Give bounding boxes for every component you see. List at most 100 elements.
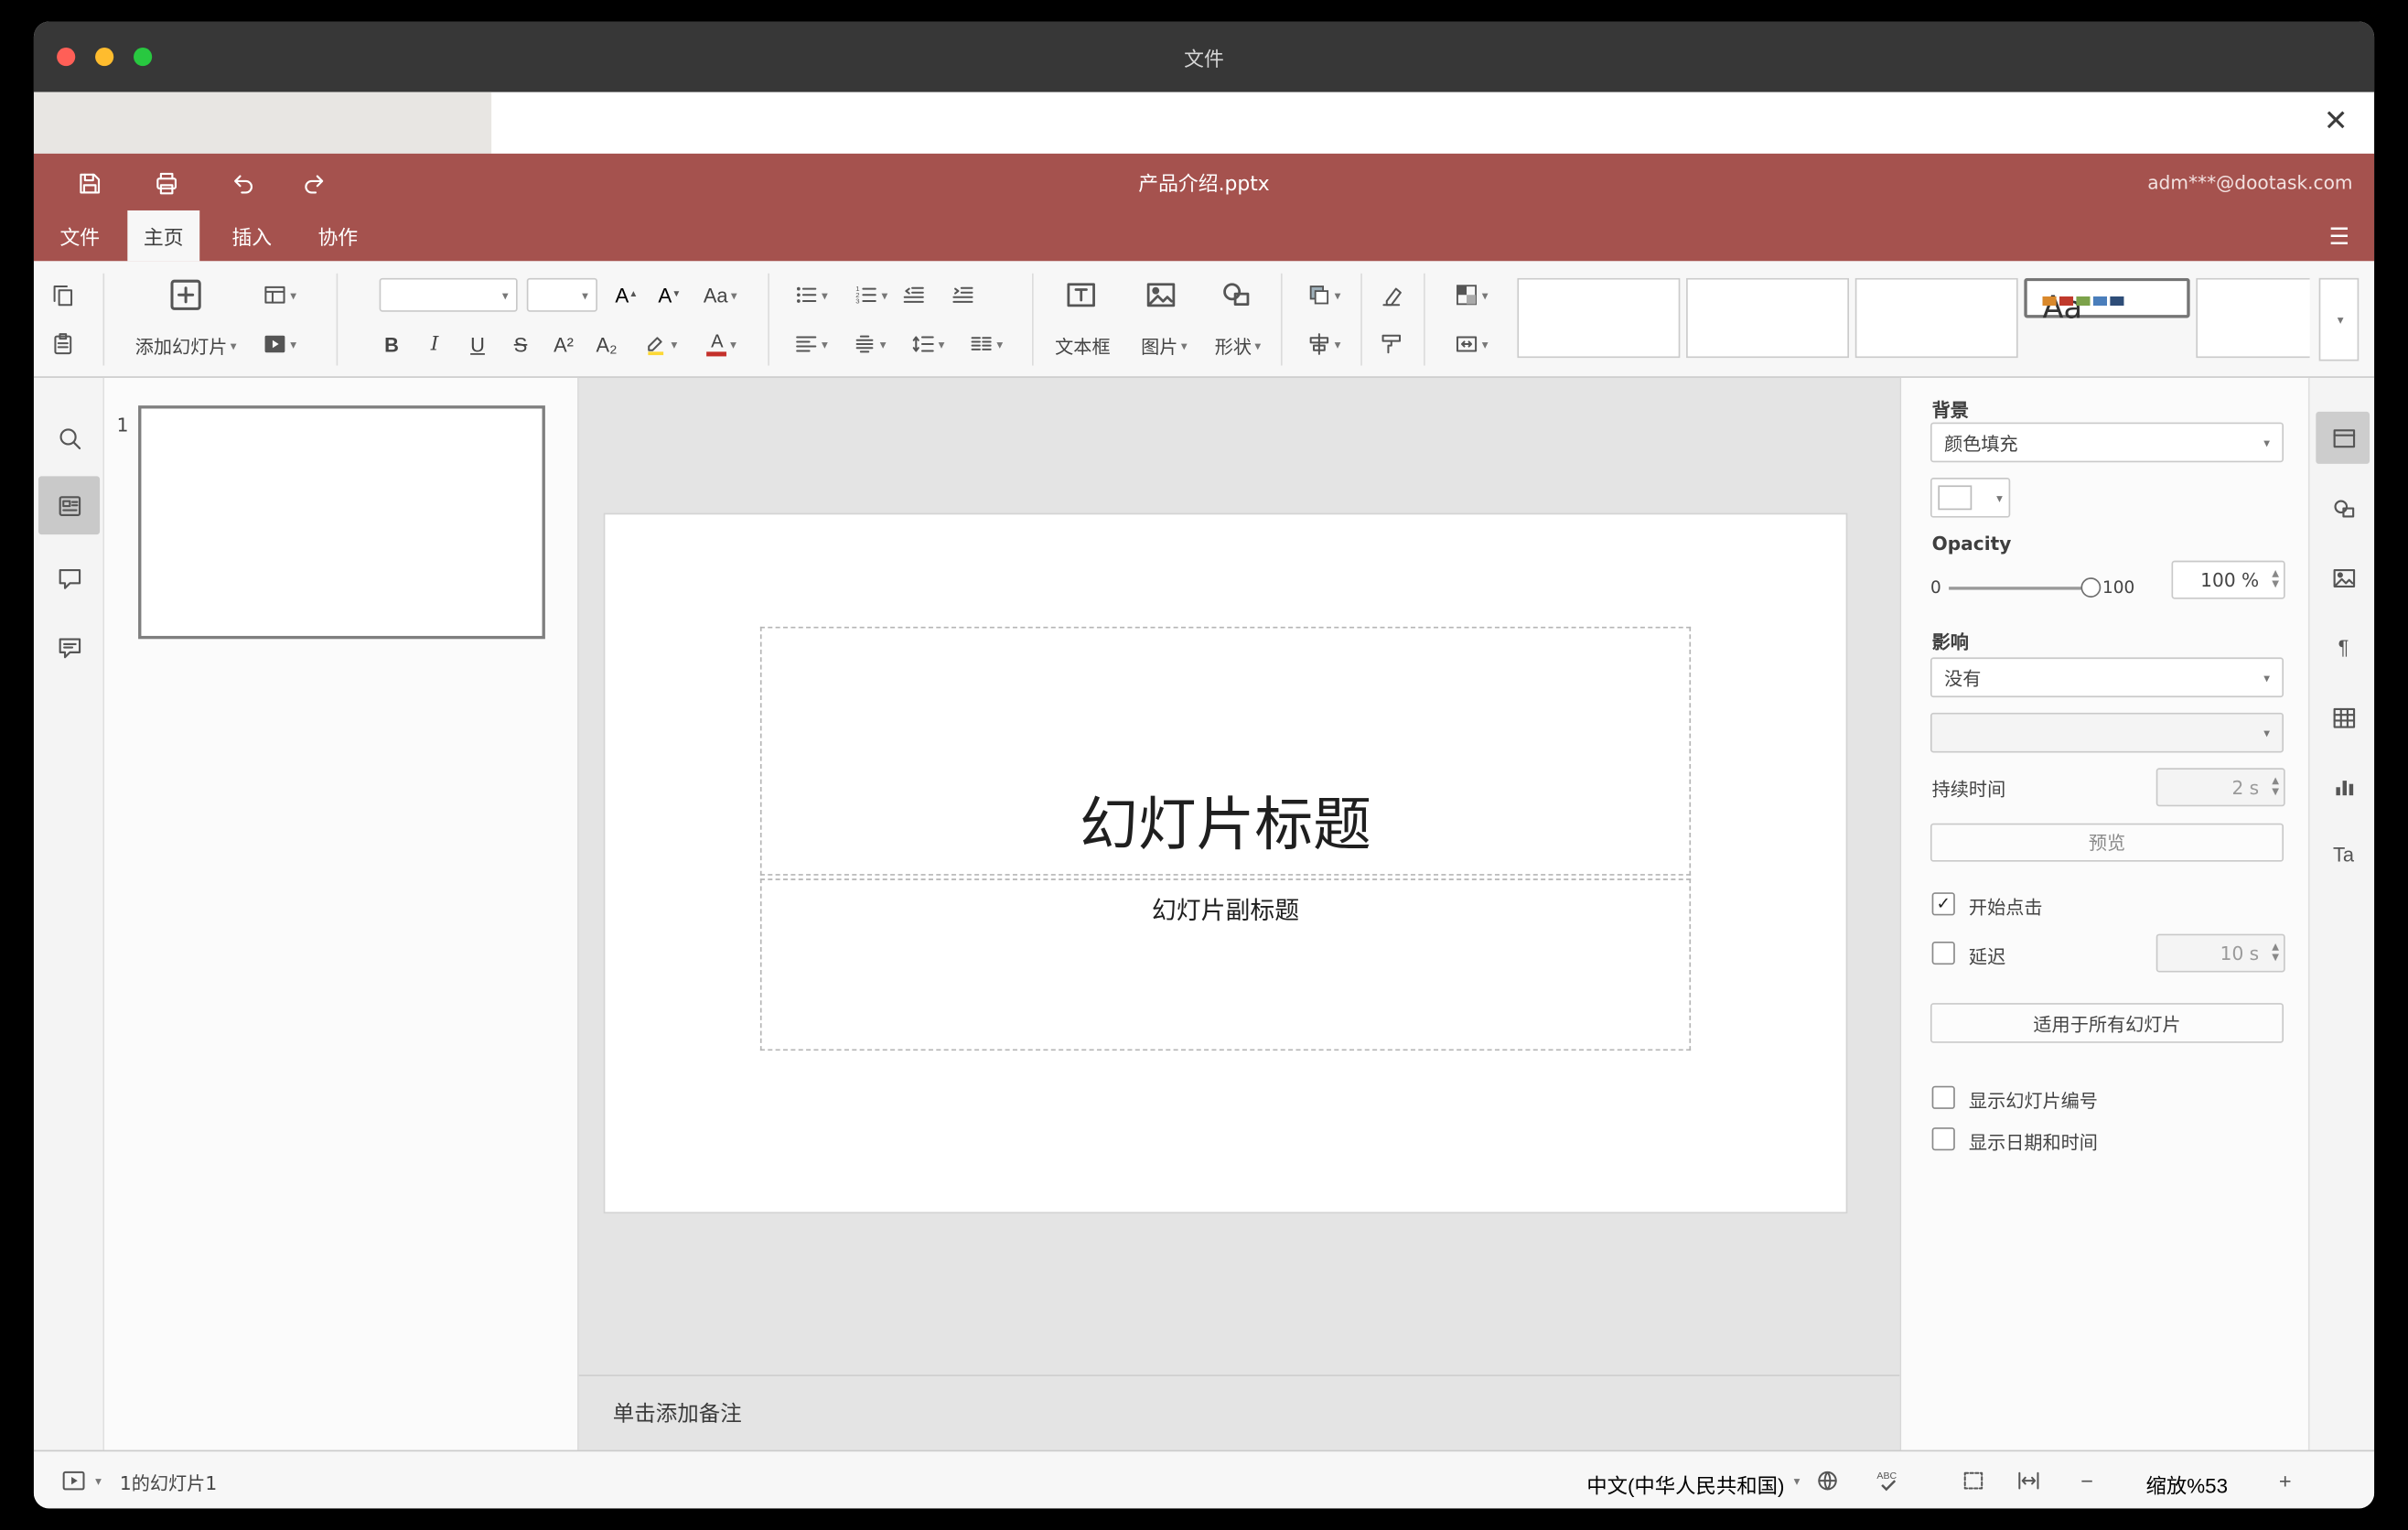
undo-button[interactable] <box>227 167 258 199</box>
chevron-down-icon[interactable]: ▾ <box>1794 1474 1801 1488</box>
set-language-button[interactable] <box>1811 1465 1844 1496</box>
save-button[interactable] <box>74 167 105 199</box>
tab-file[interactable]: 文件 <box>46 210 113 261</box>
slide-thumbnail-1[interactable] <box>138 405 545 640</box>
zoom-level-button[interactable]: 缩放%53 <box>2110 1470 2263 1499</box>
insert-image-button[interactable] <box>1139 274 1182 317</box>
start-slideshow-button[interactable]: ▾ <box>263 326 296 362</box>
paste-button[interactable] <box>50 326 75 362</box>
slide-settings-button[interactable] <box>2324 418 2364 458</box>
add-slide-button[interactable] <box>165 274 208 317</box>
up-icon[interactable]: ▲ <box>2272 568 2279 579</box>
opacity-slider-track[interactable] <box>1949 587 2091 590</box>
spinner-arrows[interactable]: ▲ ▼ <box>2272 776 2279 798</box>
theme-thumbnail[interactable] <box>2196 277 2310 359</box>
align-shape-button[interactable]: ▾ <box>1296 326 1351 362</box>
paragraph-settings-button[interactable]: ¶ <box>2324 627 2364 667</box>
title-placeholder[interactable]: 幻灯片标题 <box>759 626 1692 876</box>
language-button[interactable]: 中文(中华人民共和国) <box>1554 1470 1784 1499</box>
add-slide-label-button[interactable]: 添加幻灯片 ▾ <box>120 329 252 362</box>
insert-shape-button[interactable] <box>1215 274 1258 317</box>
insert-image-label-button[interactable]: 图片 ▾ <box>1124 329 1204 362</box>
shape-settings-button[interactable] <box>2324 489 2364 529</box>
bullet-list-button[interactable]: ▾ <box>785 276 837 313</box>
font-color-button[interactable]: A ▾ <box>695 326 747 362</box>
notes-divider[interactable] <box>578 1374 1900 1376</box>
theme-thumbnail[interactable] <box>1686 277 1849 359</box>
comments-panel-button[interactable] <box>50 559 87 596</box>
spellcheck-button[interactable]: ABC <box>1870 1465 1907 1496</box>
zoom-out-button[interactable]: − <box>2073 1464 2101 1498</box>
search-panel-button[interactable] <box>50 419 87 456</box>
start-slideshow-status-button[interactable] <box>59 1467 90 1494</box>
font-name-select[interactable]: ▾ <box>379 277 518 312</box>
maximize-traffic-light[interactable] <box>134 48 153 67</box>
print-button[interactable] <box>150 167 181 199</box>
clear-style-button[interactable] <box>1379 276 1403 313</box>
redo-button[interactable] <box>298 167 329 199</box>
horizontal-align-button[interactable]: ▾ <box>785 326 837 362</box>
highlight-color-button[interactable]: ▾ <box>634 326 686 362</box>
arrange-shape-button[interactable]: ▾ <box>1296 276 1351 313</box>
change-case-button[interactable]: Aa ▾ <box>693 276 747 313</box>
table-settings-button[interactable] <box>2324 697 2364 738</box>
tab-collaboration[interactable]: 协作 <box>304 210 371 261</box>
background-color-picker[interactable]: ▾ <box>1930 478 2011 518</box>
subtitle-placeholder[interactable]: 幻灯片副标题 <box>759 878 1692 1051</box>
chevron-down-icon[interactable]: ▾ <box>95 1474 102 1488</box>
show-slide-number-checkbox[interactable] <box>1931 1085 1955 1109</box>
opacity-slider-knob[interactable] <box>2080 577 2102 598</box>
theme-thumbnail-selected[interactable]: Aa <box>2024 277 2190 326</box>
close-modal-button[interactable]: ✕ <box>2316 102 2356 143</box>
up-icon[interactable]: ▲ <box>2272 942 2279 953</box>
tab-home[interactable]: 主页 <box>127 210 200 262</box>
down-icon[interactable]: ▼ <box>2272 953 2279 964</box>
spinner-arrows[interactable]: ▲ ▼ <box>2272 568 2279 590</box>
opacity-spinner[interactable]: 100 % ▲ ▼ <box>2171 560 2285 599</box>
text-art-settings-button[interactable]: Ta <box>2324 834 2364 874</box>
chart-settings-button[interactable] <box>2324 767 2364 807</box>
zoom-in-button[interactable]: + <box>2272 1464 2299 1498</box>
background-fill-select[interactable]: 颜色填充 ▾ <box>1930 422 2284 463</box>
change-layout-button[interactable]: ▾ <box>263 276 296 313</box>
view-settings-button[interactable]: ☰ <box>2329 210 2350 261</box>
transition-effect-select[interactable]: 没有 ▾ <box>1930 657 2284 698</box>
subscript-button[interactable]: A₂ <box>588 326 625 362</box>
chat-panel-button[interactable] <box>50 629 87 665</box>
slide-size-button[interactable]: ▾ <box>1444 326 1499 362</box>
duration-spinner[interactable]: 2 s ▲ ▼ <box>2155 768 2285 807</box>
copy-button[interactable] <box>50 276 75 313</box>
columns-button[interactable]: ▾ <box>960 326 1012 362</box>
increase-font-button[interactable]: A ▲ <box>607 276 647 313</box>
color-scheme-button[interactable]: ▾ <box>1444 276 1499 313</box>
superscript-button[interactable]: A² <box>545 326 582 362</box>
show-date-time-checkbox[interactable] <box>1931 1127 1955 1151</box>
insert-textbox-button[interactable] <box>1059 274 1102 317</box>
notes-placeholder[interactable]: 单击添加备注 <box>613 1397 742 1428</box>
image-settings-button[interactable] <box>2324 557 2364 598</box>
apply-to-all-button[interactable]: 适用于所有幻灯片 <box>1930 1003 2284 1043</box>
start-on-click-checkbox[interactable]: ✓ <box>1931 892 1955 916</box>
theme-thumbnail[interactable] <box>1854 277 2018 359</box>
theme-gallery-expand-button[interactable]: ▾ <box>2318 277 2360 361</box>
up-icon[interactable]: ▲ <box>2272 776 2279 787</box>
close-traffic-light[interactable] <box>57 48 76 67</box>
slide-canvas[interactable]: 幻灯片标题 幻灯片副标题 <box>605 514 1846 1212</box>
vertical-align-button[interactable]: ▾ <box>844 326 896 362</box>
underline-button[interactable]: U <box>459 326 496 362</box>
spinner-arrows[interactable]: ▲ ▼ <box>2272 942 2279 964</box>
minimize-traffic-light[interactable] <box>95 48 114 67</box>
insert-shape-label-button[interactable]: 形状 ▾ <box>1198 329 1277 362</box>
decrease-font-button[interactable]: A ▼ <box>650 276 690 313</box>
copy-style-button[interactable] <box>1379 326 1403 362</box>
down-icon[interactable]: ▼ <box>2272 787 2279 798</box>
line-spacing-button[interactable]: ▾ <box>901 326 953 362</box>
fit-to-slide-button[interactable] <box>1956 1465 1990 1496</box>
theme-thumbnail[interactable] <box>1517 277 1681 359</box>
strikethrough-button[interactable]: S <box>502 326 539 362</box>
decrease-indent-button[interactable] <box>901 276 926 313</box>
down-icon[interactable]: ▼ <box>2272 579 2279 590</box>
fit-to-width-button[interactable] <box>2012 1465 2046 1496</box>
numbered-list-button[interactable]: 123 ▾ <box>844 276 897 313</box>
bold-button[interactable]: B <box>373 326 410 362</box>
